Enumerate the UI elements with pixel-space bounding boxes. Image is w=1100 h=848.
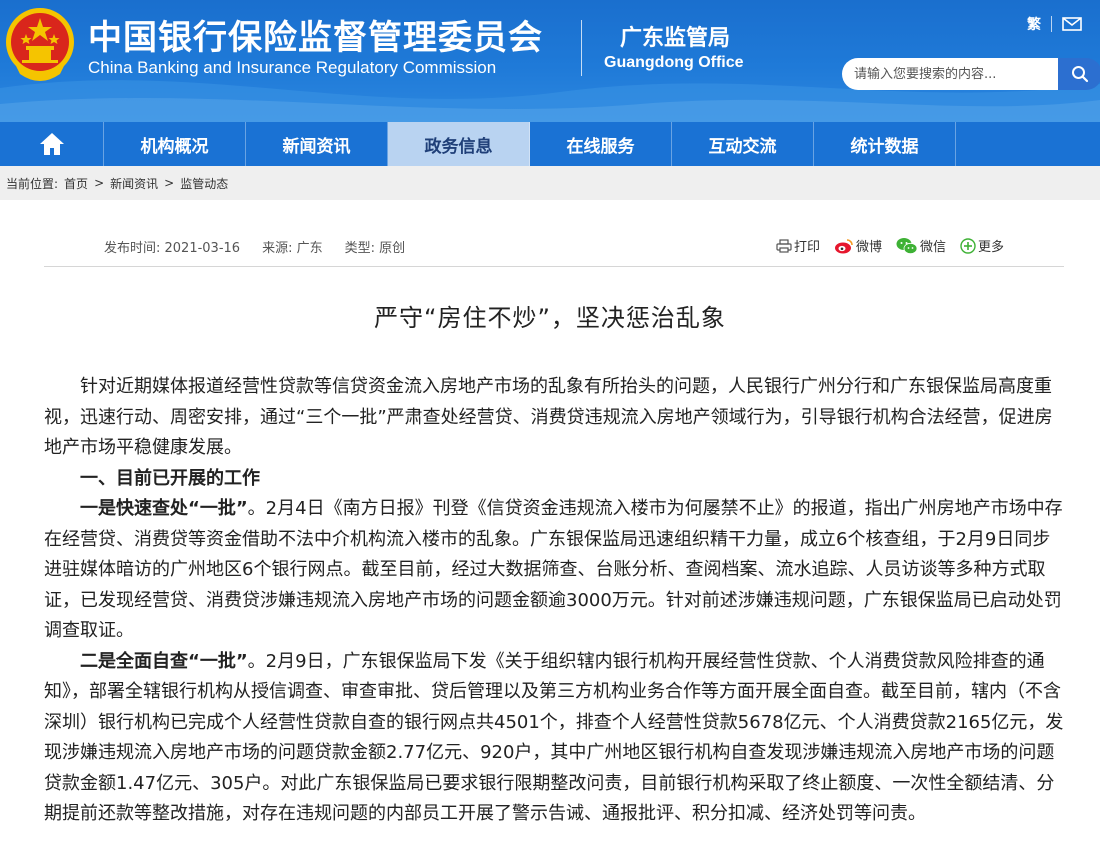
breadcrumb: 当前位置: 首页 > 新闻资讯 > 监管动态 — [0, 166, 1100, 200]
publish-date: 发布时间: 2021-03-16 — [104, 240, 241, 256]
article-source: 来源: 广东 — [262, 240, 323, 256]
nav-item-statistics[interactable]: 统计数据 — [814, 122, 956, 166]
breadcrumb-item-regulatory[interactable]: 监管动态 — [180, 175, 228, 192]
mail-icon[interactable] — [1062, 17, 1082, 31]
paragraph-intro: 针对近期媒体报道经营性贷款等信贷资金流入房地产市场的乱象有所抬头的问题，人民银行… — [44, 376, 1053, 458]
breadcrumb-separator: > — [164, 176, 175, 190]
paragraph-lead: 二是全面自查“一批” — [80, 650, 248, 672]
wechat-icon — [896, 237, 918, 254]
paragraph-lead: 一是快速查处“一批” — [80, 498, 248, 519]
nav-item-online-service[interactable]: 在线服务 — [530, 122, 672, 166]
weibo-share-button[interactable]: 微博 — [834, 236, 882, 255]
site-title-cn: 中国银行保险监督管理委员会 — [88, 18, 543, 58]
print-label: 打印 — [794, 240, 821, 255]
breadcrumb-label: 当前位置: — [6, 176, 59, 191]
weibo-label: 微博 — [856, 240, 883, 255]
paragraph-text: 。2月9日，广东银保监局下发《关于组织辖内银行机构开展经营性贷款、个人消费贷款风… — [44, 650, 1064, 825]
more-share-button[interactable]: 更多 — [960, 236, 1004, 255]
site-title-en: China Banking and Insurance Regulatory C… — [88, 58, 497, 77]
weibo-icon — [835, 238, 853, 253]
main-nav: 机构概况 新闻资讯 政务信息 在线服务 互动交流 统计数据 — [0, 122, 1100, 166]
nav-item-interaction[interactable]: 互动交流 — [672, 122, 814, 166]
breadcrumb-item-news[interactable]: 新闻资讯 — [110, 175, 158, 192]
home-icon — [39, 133, 64, 155]
wechat-label: 微信 — [920, 240, 947, 255]
header-divider — [581, 20, 582, 76]
meta-divider — [44, 266, 1064, 267]
article-title: 严守“房住不炒”，坚决惩治乱象 — [374, 304, 726, 332]
plus-circle-icon — [960, 237, 976, 254]
search-button[interactable] — [1058, 58, 1100, 90]
traditional-chinese-toggle[interactable]: 繁 — [1027, 14, 1041, 34]
office-title-en: Guangdong Office — [604, 54, 744, 71]
wechat-share-button[interactable]: 微信 — [896, 236, 946, 255]
article-type: 类型: 原创 — [344, 240, 406, 256]
section-heading-text: 一、目前已开展的工作 — [80, 467, 260, 489]
paragraph-self-inspection: 二是全面自查“一批”。2月9日，广东银保监局下发《关于组织辖内银行机构开展经营性… — [44, 647, 1066, 830]
nav-home[interactable] — [0, 122, 104, 166]
paragraph-quick-investigation: 一是快速查处“一批”。2月4日《南方日报》刊登《信贷资金违规流入楼市为何屡禁不止… — [44, 494, 1066, 647]
nav-item-news[interactable]: 新闻资讯 — [246, 122, 388, 166]
more-label: 更多 — [978, 240, 1005, 255]
top-tools: 繁 — [1027, 14, 1082, 34]
printer-icon — [776, 238, 792, 253]
print-button[interactable]: 打印 — [776, 236, 820, 255]
national-emblem-icon — [6, 8, 74, 81]
paragraph-text: 。2月4日《南方日报》刊登《信贷资金违规流入楼市为何屡禁不止》的报道，指出广州房… — [44, 498, 1063, 641]
share-bar: 打印 微博 微信 更多 — [776, 236, 1014, 255]
tool-separator — [1051, 16, 1052, 32]
breadcrumb-item-home[interactable]: 首页 — [64, 175, 88, 192]
nav-item-overview[interactable]: 机构概况 — [104, 122, 246, 166]
breadcrumb-separator: > — [94, 176, 105, 190]
search-input[interactable] — [842, 58, 1058, 90]
site-header: 中国银行保险监督管理委员会 China Banking and Insuranc… — [0, 0, 1100, 122]
nav-item-government-info[interactable]: 政务信息 — [388, 122, 530, 166]
section-heading: 一、目前已开展的工作 — [44, 464, 1066, 495]
search-icon — [1072, 66, 1089, 83]
office-title-cn: 广东监管局 — [620, 26, 731, 51]
article-body: 针对近期媒体报道经营性贷款等信贷资金流入房地产市场的乱象有所抬头的问题，人民银行… — [44, 372, 1066, 830]
